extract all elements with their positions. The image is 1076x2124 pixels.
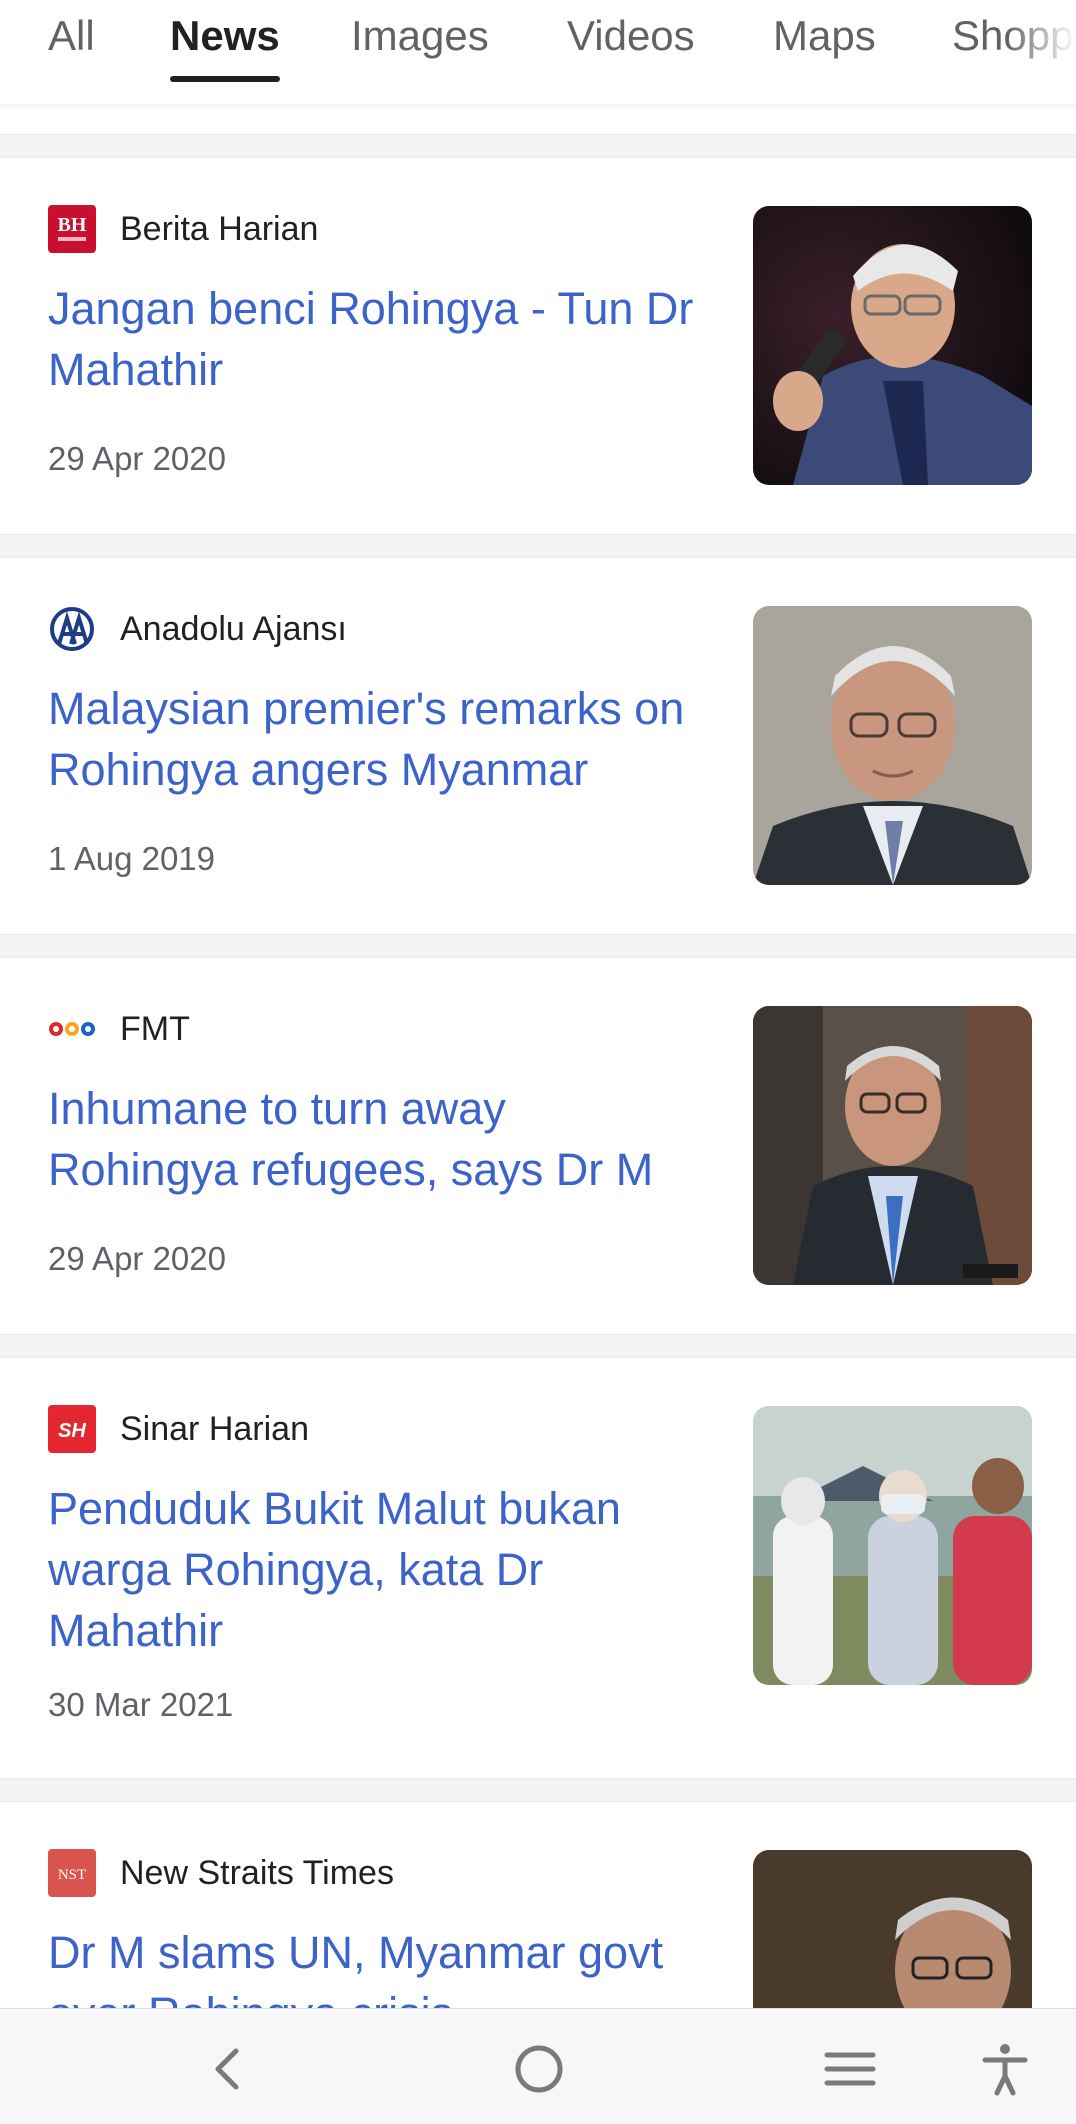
news-card[interactable]: BH Berita Harian Jangan benci Rohingya -… <box>0 158 1076 534</box>
card-separator <box>0 1334 1076 1358</box>
card-separator <box>0 134 1076 158</box>
thumbnail-image[interactable] <box>753 1006 1032 1285</box>
source-row: BH Berita Harian <box>48 204 318 254</box>
news-card[interactable]: Anadolu Ajansı Malaysian premier's remar… <box>0 558 1076 934</box>
accessibility-icon[interactable] <box>975 2039 1035 2099</box>
card-separator <box>0 534 1076 558</box>
thumbnail-image[interactable] <box>753 606 1032 885</box>
search-tabs: All News Images Videos Maps Shopp <box>0 0 1076 104</box>
headline-link[interactable]: Jangan benci Rohingya - Tun Dr Mahathir <box>48 278 708 400</box>
source-name: FMT <box>120 1009 190 1048</box>
tab-videos[interactable]: Videos <box>567 8 695 78</box>
card-separator <box>0 1778 1076 1802</box>
source-row: NST New Straits Times <box>48 1848 394 1898</box>
thumbnail-image[interactable] <box>753 206 1032 485</box>
source-name: New Straits Times <box>120 1853 394 1892</box>
sinar-harian-logo-icon: SH <box>48 1405 96 1453</box>
thumbnail-image[interactable] <box>753 1406 1032 1685</box>
tab-images[interactable]: Images <box>351 8 489 78</box>
anadolu-logo-icon <box>48 605 96 653</box>
news-card[interactable]: FMT Inhumane to turn away Rohingya refug… <box>0 958 1076 1334</box>
berita-harian-logo-icon: BH <box>48 205 96 253</box>
tab-maps[interactable]: Maps <box>773 8 876 78</box>
back-icon[interactable] <box>198 2039 258 2099</box>
source-name: Sinar Harian <box>120 1409 309 1448</box>
tab-all[interactable]: All <box>48 8 95 78</box>
fmt-logo-icon <box>48 1005 96 1053</box>
publish-date: 29 Apr 2020 <box>48 440 226 477</box>
publish-date: 30 Mar 2021 <box>48 1686 234 1723</box>
tabs-fade <box>1006 0 1076 104</box>
tab-news[interactable]: News <box>170 8 280 82</box>
menu-icon[interactable] <box>820 2039 880 2099</box>
logo-text: BH <box>58 214 87 236</box>
viewport: All News Images Videos Maps Shopp BH Ber… <box>0 0 1076 2124</box>
source-row: FMT <box>48 1004 190 1054</box>
publish-date: 29 Apr 2020 <box>48 1240 226 1277</box>
source-row: Anadolu Ajansı <box>48 604 347 654</box>
home-icon[interactable] <box>509 2039 569 2099</box>
headline-link[interactable]: Penduduk Bukit Malut bukan warga Rohingy… <box>48 1478 708 1661</box>
logo-text: SH <box>58 1420 86 1442</box>
source-name: Berita Harian <box>120 209 319 248</box>
source-row: SH Sinar Harian <box>48 1404 309 1454</box>
nst-logo-icon: NST <box>48 1849 96 1897</box>
system-navigation-bar <box>0 2008 1076 2124</box>
source-name: Anadolu Ajansı <box>120 609 347 648</box>
card-separator <box>0 934 1076 958</box>
headline-link[interactable]: Inhumane to turn away Rohingya refugees,… <box>48 1078 708 1200</box>
publish-date: 1 Aug 2019 <box>48 840 215 877</box>
headline-link[interactable]: Malaysian premier's remarks on Rohingya … <box>48 678 708 800</box>
news-card[interactable]: SH Sinar Harian Penduduk Bukit Malut buk… <box>0 1358 1076 1778</box>
logo-text: NST <box>58 1867 86 1883</box>
